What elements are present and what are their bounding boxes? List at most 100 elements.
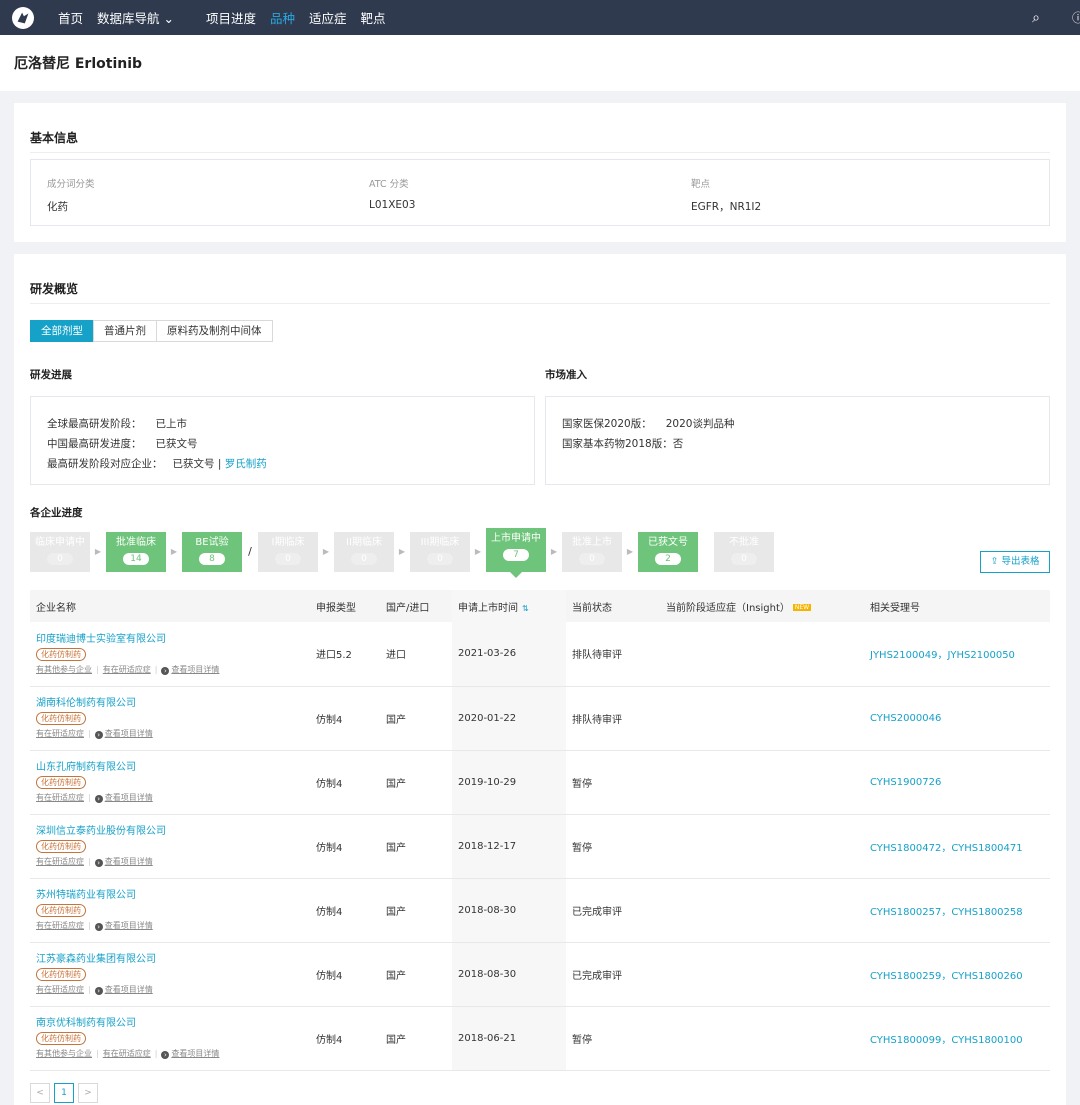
company-cell: 湖南科伦制药有限公司 化药仿制药 有在研适应症 | › 查看项目详情 bbox=[30, 686, 310, 751]
sub-link[interactable]: 有在研适应症 bbox=[103, 1049, 151, 1058]
stage-phase-1[interactable]: I期临床 0 bbox=[258, 532, 318, 572]
table-row: 南京优科制药有限公司 化药仿制药 有其他参与企业 | 有在研适应症 | › 查看项目详情 仿制4… bbox=[30, 1006, 1050, 1071]
status-cell: 暂停 bbox=[566, 750, 660, 815]
help-icon[interactable]: ⓘ bbox=[1072, 9, 1080, 26]
nav-home[interactable]: 首页 bbox=[58, 8, 83, 27]
col-date-label: 申请上市时间 bbox=[458, 602, 518, 614]
company-name-link[interactable]: 印度瑞迪博士实验室有限公司 bbox=[36, 633, 310, 647]
view-detail-label: 查看项目详情 bbox=[104, 985, 153, 994]
acceptance-numbers-link[interactable]: CYHS1900726 bbox=[864, 750, 1050, 815]
sub-link[interactable]: 有其他参与企业 bbox=[36, 665, 92, 674]
chevron-down-icon: ⌄ bbox=[163, 11, 174, 26]
company-name-link[interactable]: 湖南科伦制药有限公司 bbox=[36, 697, 310, 711]
company-cell: 江苏豪森药业集团有限公司 化药仿制药 有在研适应症 | › 查看项目详情 bbox=[30, 942, 310, 1007]
acceptance-numbers-link[interactable]: CYHS1800472，CYHS1800471 bbox=[864, 814, 1050, 879]
company-name-link[interactable]: 深圳信立泰药业股份有限公司 bbox=[36, 825, 310, 839]
sub-link[interactable]: 有在研适应症 bbox=[36, 793, 84, 802]
acceptance-numbers-link[interactable]: CYHS2000046 bbox=[864, 686, 1050, 751]
info-label: 靶点 bbox=[691, 179, 711, 190]
export-table-button[interactable]: ⇪ 导出表格 bbox=[980, 551, 1050, 573]
date-cell: 2019-10-29 bbox=[452, 750, 566, 815]
type-cell: 仿制4 bbox=[310, 750, 380, 815]
acceptance-numbers-link[interactable]: CYHS1800099，CYHS1800100 bbox=[864, 1006, 1050, 1071]
nav-indications[interactable]: 适应症 bbox=[309, 8, 347, 27]
stage-clinical-approved[interactable]: 批准临床 14 bbox=[106, 532, 166, 572]
view-detail-link[interactable]: › 查看项目详情 bbox=[94, 985, 153, 995]
overview-title: 研发概览 bbox=[30, 254, 1050, 304]
view-detail-link[interactable]: › 查看项目详情 bbox=[94, 729, 153, 739]
col-date[interactable]: 申请上市时间 ⇅ bbox=[452, 590, 566, 622]
company-table: 企业名称 申报类型 国产/进口 申请上市时间 ⇅ 当前状态 当前阶段适应症（Ins… bbox=[30, 590, 1050, 1071]
next-page-button[interactable]: > bbox=[78, 1082, 98, 1103]
company-cell: 山东孔府制药有限公司 化药仿制药 有在研适应症 | › 查看项目详情 bbox=[30, 750, 310, 815]
tab-api[interactable]: 原料药及制剂中间体 bbox=[156, 320, 273, 342]
sort-icon[interactable]: ⇅ bbox=[522, 604, 529, 613]
acceptance-numbers-link[interactable]: JYHS2100049，JYHS2100050 bbox=[864, 622, 1050, 687]
nav-targets[interactable]: 靶点 bbox=[361, 8, 386, 27]
stage-clinical-application[interactable]: 临床申请中 0 bbox=[30, 532, 90, 572]
status-cell: 暂停 bbox=[566, 1006, 660, 1071]
company-name-link[interactable]: 苏州特瑞药业有限公司 bbox=[36, 889, 310, 903]
basic-info-box: 成分词分类 化药 ATC 分类 L01XE03 靶点 EGFR，NR1I2 bbox=[30, 159, 1050, 226]
col-origin: 国产/进口 bbox=[386, 602, 430, 614]
info-label: 成分词分类 bbox=[47, 179, 95, 190]
table-row: 印度瑞迪博士实验室有限公司 化药仿制药 有其他参与企业 | 有在研适应症 | › 查看项目详情… bbox=[30, 622, 1050, 687]
nav-project-progress[interactable]: 项目进度 bbox=[206, 8, 256, 27]
info-field: 靶点 EGFR，NR1I2 bbox=[691, 176, 1013, 225]
stage-nda[interactable]: 上市申请中 7 bbox=[486, 528, 546, 578]
nav-database[interactable]: 数据库导航 ⌄ bbox=[97, 8, 174, 27]
stage-rejected[interactable]: 不批准 0 bbox=[714, 532, 774, 572]
basic-info-title: 基本信息 bbox=[30, 103, 1050, 153]
acceptance-numbers-link[interactable]: CYHS1800257，CYHS1800258 bbox=[864, 878, 1050, 943]
stage-approved[interactable]: 批准上市 0 bbox=[562, 532, 622, 572]
view-detail-link[interactable]: › 查看项目详情 bbox=[94, 857, 153, 867]
company-name-link[interactable]: 江苏豪森药业集团有限公司 bbox=[36, 953, 310, 967]
table-row: 山东孔府制药有限公司 化药仿制药 有在研适应症 | › 查看项目详情 仿制4 国产 2019-1… bbox=[30, 750, 1050, 815]
date-cell: 2018-08-30 bbox=[452, 942, 566, 1007]
stage-count: 0 bbox=[427, 553, 453, 565]
stage-phase-2[interactable]: II期临床 0 bbox=[334, 532, 394, 572]
tab-all-dosage[interactable]: 全部剂型 bbox=[30, 320, 94, 342]
type-cell: 仿制4 bbox=[310, 1006, 380, 1071]
sub-link[interactable]: 有在研适应症 bbox=[36, 729, 84, 738]
view-detail-link[interactable]: › 查看项目详情 bbox=[94, 793, 153, 803]
sub-link[interactable]: 有在研适应症 bbox=[36, 985, 84, 994]
app-logo[interactable] bbox=[12, 6, 34, 29]
nav-varieties[interactable]: 品种 bbox=[270, 8, 295, 27]
upload-icon: ⇪ bbox=[990, 556, 999, 567]
arrow-right-icon: › bbox=[94, 731, 103, 739]
stage-name: II期临床 bbox=[346, 537, 382, 548]
sub-link[interactable]: 有在研适应症 bbox=[103, 665, 151, 674]
tab-tablet[interactable]: 普通片剂 bbox=[93, 320, 157, 342]
sub-link[interactable]: 有在研适应症 bbox=[36, 857, 84, 866]
company-name-link[interactable]: 山东孔府制药有限公司 bbox=[36, 761, 310, 775]
sub-link[interactable]: 有其他参与企业 bbox=[36, 1049, 92, 1058]
prev-page-button[interactable]: < bbox=[30, 1082, 50, 1103]
view-detail-link[interactable]: › 查看项目详情 bbox=[161, 665, 219, 675]
view-detail-link[interactable]: › 查看项目详情 bbox=[94, 921, 153, 931]
indication-cell bbox=[660, 814, 864, 879]
search-icon[interactable]: ⌕ bbox=[1032, 10, 1040, 26]
stage-be-trial[interactable]: BE试验 8 bbox=[182, 532, 242, 572]
sub-link[interactable]: 有在研适应症 bbox=[36, 921, 84, 930]
table-header-row: 企业名称 申报类型 国产/进口 申请上市时间 ⇅ 当前状态 当前阶段适应症（Ins… bbox=[30, 590, 1050, 622]
nrdl-link[interactable]: 2020谈判品种 bbox=[666, 416, 735, 431]
indication-cell bbox=[660, 942, 864, 1007]
stage-name: 临床申请中 bbox=[35, 537, 85, 548]
company-sublinks: 有在研适应症 | › 查看项目详情 bbox=[36, 856, 310, 867]
company-link[interactable]: 罗氏制药 bbox=[225, 456, 267, 471]
status-cell: 已完成审评 bbox=[566, 942, 660, 1007]
stage-licensed[interactable]: 已获文号 2 bbox=[638, 532, 698, 572]
acceptance-numbers-link[interactable]: CYHS1800259，CYHS1800260 bbox=[864, 942, 1050, 1007]
stage-name: 已获文号 bbox=[648, 537, 688, 548]
view-detail-link[interactable]: › 查看项目详情 bbox=[161, 1049, 219, 1059]
company-sublinks: 有在研适应症 | › 查看项目详情 bbox=[36, 728, 310, 739]
company-name-link[interactable]: 南京优科制药有限公司 bbox=[36, 1017, 310, 1031]
type-cell: 仿制4 bbox=[310, 942, 380, 1007]
col-status: 当前状态 bbox=[572, 602, 612, 614]
stage-phase-3[interactable]: III期临床 0 bbox=[410, 532, 470, 572]
view-detail-label: 查看项目详情 bbox=[104, 729, 153, 738]
page-1-button[interactable]: 1 bbox=[54, 1082, 74, 1103]
stage-count: 14 bbox=[123, 553, 149, 565]
dosage-tabs: 全部剂型 普通片剂 原料药及制剂中间体 bbox=[30, 320, 1050, 342]
